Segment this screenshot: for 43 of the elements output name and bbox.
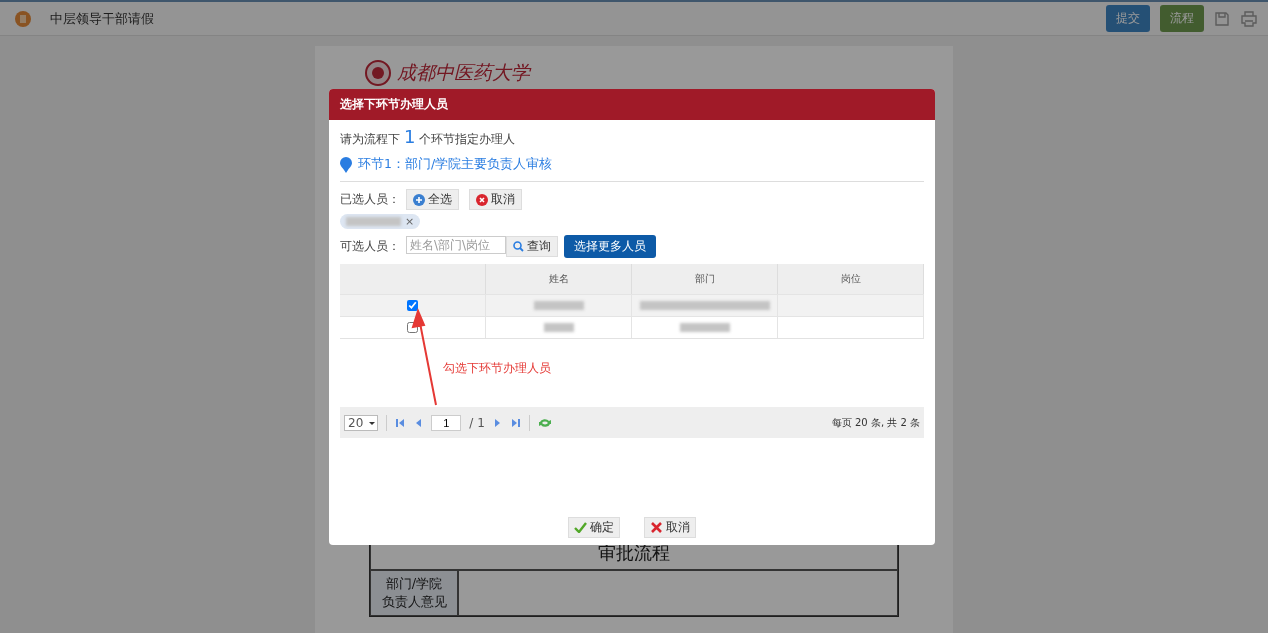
annotation-text: 勾选下环节办理人员	[443, 360, 551, 377]
redacted-text	[346, 217, 401, 226]
page-number-field[interactable]: 1	[431, 414, 462, 431]
search-icon	[513, 241, 524, 252]
row-label: 负责人意见	[381, 593, 447, 611]
dialog-title: 选择下环节办理人员	[329, 89, 935, 120]
university-emblem-icon	[365, 60, 391, 86]
row-label: 部门/学院	[385, 575, 443, 593]
plus-icon	[413, 193, 425, 206]
column-header[interactable]: 岗位	[778, 264, 924, 294]
first-page-icon[interactable]	[395, 417, 406, 428]
print-icon[interactable]	[1240, 10, 1258, 27]
select-all-button[interactable]: 全选	[406, 189, 459, 210]
pager-summary: 每页 20 条, 共 2 条	[831, 415, 920, 430]
select-more-button[interactable]: 选择更多人员	[564, 235, 656, 258]
clear-button[interactable]: 取消	[469, 189, 522, 210]
close-icon	[650, 521, 663, 534]
app-title: 中层领导干部请假	[50, 9, 155, 28]
check-icon	[574, 522, 587, 533]
search-button[interactable]: 查询	[506, 236, 558, 257]
refresh-icon[interactable]	[537, 416, 552, 429]
intro-text: 请为流程下 1 个环节指定办理人	[340, 126, 516, 148]
app-logo-icon	[14, 9, 32, 28]
selected-label: 已选人员：	[340, 191, 400, 208]
pin-icon	[340, 156, 352, 173]
close-icon	[476, 193, 488, 206]
redacted-text	[533, 301, 584, 310]
redacted-text	[543, 323, 574, 332]
save-icon[interactable]	[1214, 10, 1230, 27]
university-logo-text: 成都中医药大学	[397, 60, 530, 85]
confirm-button[interactable]: 确定	[568, 517, 620, 538]
total-pages: / 1	[469, 415, 485, 430]
search-field[interactable]: 姓名\部门\岗位	[406, 236, 506, 254]
step-title: 环节1：部门/学院主要负责人审核	[358, 156, 553, 173]
row-checkbox[interactable]	[407, 300, 418, 311]
page-size-select[interactable]: 20	[344, 414, 379, 431]
column-header[interactable]: 部门	[632, 264, 778, 294]
cancel-button[interactable]: 取消	[644, 517, 696, 538]
last-page-icon[interactable]	[510, 417, 521, 428]
available-label: 可选人员：	[340, 238, 400, 255]
remove-chip-button[interactable]: ×	[405, 215, 415, 228]
redacted-text	[679, 323, 730, 332]
column-header[interactable]: 姓名	[486, 264, 632, 294]
